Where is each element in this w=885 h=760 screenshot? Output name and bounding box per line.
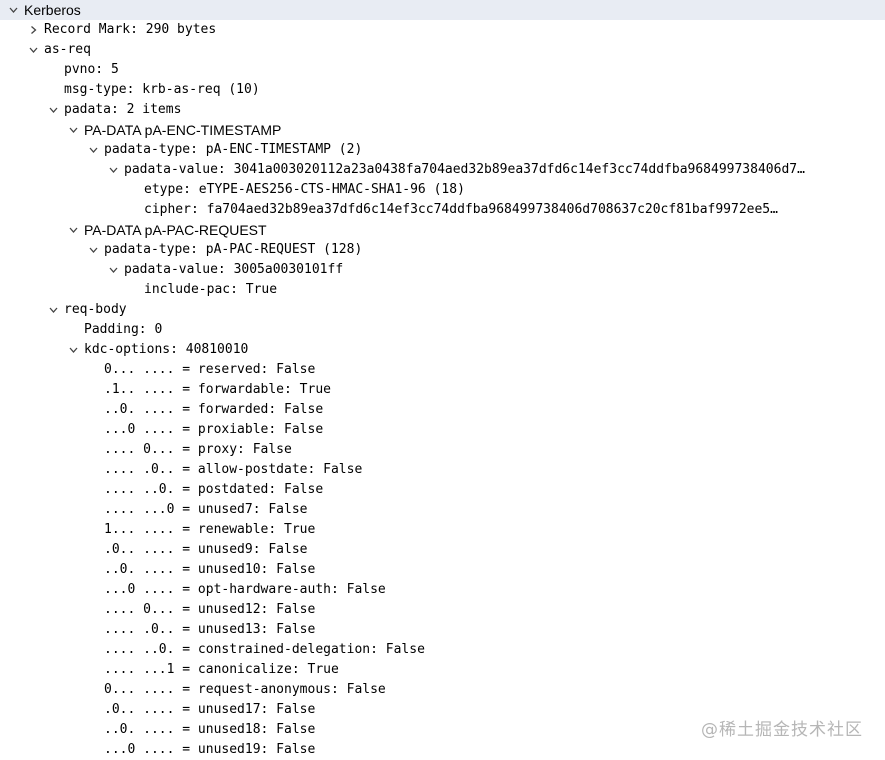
- tree-row-label: ..0. .... = unused18: False: [104, 722, 316, 737]
- tree-row-label: ..0. .... = forwarded: False: [104, 402, 324, 417]
- tree-row[interactable]: padata-value: 3041a003020112a23a0438fa70…: [0, 160, 885, 180]
- tree-row-label: 0... .... = request-anonymous: False: [104, 682, 386, 697]
- tree-row-label: .... ..0. = constrained-delegation: Fals…: [104, 642, 425, 657]
- tree-row[interactable]: ...0 .... = opt-hardware-auth: False: [0, 580, 885, 600]
- tree-row[interactable]: cipher: fa704aed32b89ea37dfd6c14ef3cc74d…: [0, 200, 885, 220]
- tree-row-label: include-pac: True: [144, 282, 278, 297]
- tree-row-label: .... ...1 = canonicalize: True: [104, 662, 339, 677]
- tree-row[interactable]: PA-DATA pA-PAC-REQUEST: [0, 220, 885, 240]
- tree-row[interactable]: .... ...0 = unused7: False: [0, 500, 885, 520]
- tree-row[interactable]: 0... .... = request-anonymous: False: [0, 680, 885, 700]
- tree-row[interactable]: include-pac: True: [0, 280, 885, 300]
- tree-row[interactable]: .... .0.. = allow-postdate: False: [0, 460, 885, 480]
- tree-row[interactable]: .... ..0. = constrained-delegation: Fals…: [0, 640, 885, 660]
- tree-row-label: .... ..0. = postdated: False: [104, 482, 324, 497]
- tree-row[interactable]: 1... .... = renewable: True: [0, 520, 885, 540]
- tree-row-label: Record Mark: 290 bytes: [44, 22, 217, 37]
- tree-row-label: Padding: 0: [84, 322, 163, 337]
- tree-row[interactable]: padata-value: 3005a0030101ff: [0, 260, 885, 280]
- tree-row[interactable]: msg-type: krb-as-req (10): [0, 80, 885, 100]
- tree-row[interactable]: .... 0... = unused12: False: [0, 600, 885, 620]
- tree-row-label: 1... .... = renewable: True: [104, 522, 316, 537]
- tree-row-label: PA-DATA pA-ENC-TIMESTAMP: [84, 122, 282, 138]
- tree-row[interactable]: padata-type: pA-ENC-TIMESTAMP (2): [0, 140, 885, 160]
- tree-row[interactable]: req-body: [0, 300, 885, 320]
- tree-row-label: ..0. .... = unused10: False: [104, 562, 316, 577]
- tree-row[interactable]: etype: eTYPE-AES256-CTS-HMAC-SHA1-96 (18…: [0, 180, 885, 200]
- tree-row[interactable]: padata-type: pA-PAC-REQUEST (128): [0, 240, 885, 260]
- tree-row[interactable]: pvno: 5: [0, 60, 885, 80]
- chevron-down-icon[interactable]: [48, 300, 60, 320]
- chevron-down-icon[interactable]: [68, 120, 80, 140]
- packet-details-tree: Kerberos Record Mark: 290 bytes as-req pvno…: [0, 0, 885, 760]
- tree-row-label: pvno: 5: [64, 62, 119, 77]
- tree-row[interactable]: .... .0.. = unused13: False: [0, 620, 885, 640]
- tree-row-label: padata: 2 items: [64, 102, 182, 117]
- tree-row-label: padata-type: pA-PAC-REQUEST (128): [104, 242, 363, 257]
- tree-row-label: .... 0... = proxy: False: [104, 442, 292, 457]
- chevron-down-icon[interactable]: [108, 260, 120, 280]
- tree-row-label: msg-type: krb-as-req (10): [64, 82, 260, 97]
- chevron-down-icon[interactable]: [88, 140, 100, 160]
- chevron-down-icon[interactable]: [88, 240, 100, 260]
- chevron-down-icon[interactable]: [68, 220, 80, 240]
- chevron-down-icon[interactable]: [108, 160, 120, 180]
- tree-row[interactable]: padata: 2 items: [0, 100, 885, 120]
- tree-row-label: .1.. .... = forwardable: True: [104, 382, 331, 397]
- tree-row-label: cipher: fa704aed32b89ea37dfd6c14ef3cc74d…: [144, 202, 778, 217]
- tree-row[interactable]: .1.. .... = forwardable: True: [0, 380, 885, 400]
- tree-row[interactable]: .... ...1 = canonicalize: True: [0, 660, 885, 680]
- tree-row[interactable]: Padding: 0: [0, 320, 885, 340]
- tree-row[interactable]: ...0 .... = unused19: False: [0, 740, 885, 760]
- tree-row-label: .0.. .... = unused17: False: [104, 702, 316, 717]
- tree-row-label: .0.. .... = unused9: False: [104, 542, 308, 557]
- watermark: @稀土掘金技术社区: [701, 720, 863, 740]
- tree-row-label: ...0 .... = opt-hardware-auth: False: [104, 582, 386, 597]
- tree-row[interactable]: kdc-options: 40810010: [0, 340, 885, 360]
- tree-row[interactable]: ...0 .... = proxiable: False: [0, 420, 885, 440]
- tree-row[interactable]: 0... .... = reserved: False: [0, 360, 885, 380]
- tree-row-label: .... .0.. = allow-postdate: False: [104, 462, 363, 477]
- tree-row-label: req-body: [64, 302, 127, 317]
- chevron-down-icon[interactable]: [48, 100, 60, 120]
- tree-row-label: kdc-options: 40810010: [84, 342, 249, 357]
- tree-row-label: Kerberos: [24, 2, 81, 18]
- tree-row[interactable]: PA-DATA pA-ENC-TIMESTAMP: [0, 120, 885, 140]
- tree-row-label: padata-value: 3041a003020112a23a0438fa70…: [124, 162, 805, 177]
- tree-row-label: padata-type: pA-ENC-TIMESTAMP (2): [104, 142, 363, 157]
- tree-row-label: .... ...0 = unused7: False: [104, 502, 308, 517]
- tree-row-label: 0... .... = reserved: False: [104, 362, 316, 377]
- tree-row[interactable]: ..0. .... = unused10: False: [0, 560, 885, 580]
- tree-row-label: as-req: [44, 42, 91, 57]
- tree-row-label: ...0 .... = proxiable: False: [104, 422, 324, 437]
- tree-row[interactable]: Kerberos: [0, 0, 885, 20]
- tree-row[interactable]: Record Mark: 290 bytes: [0, 20, 885, 40]
- tree-row[interactable]: ..0. .... = forwarded: False: [0, 400, 885, 420]
- chevron-right-icon[interactable]: [28, 20, 40, 40]
- tree-row[interactable]: .... ..0. = postdated: False: [0, 480, 885, 500]
- tree-row[interactable]: .... 0... = proxy: False: [0, 440, 885, 460]
- chevron-down-icon[interactable]: [8, 0, 20, 20]
- chevron-down-icon[interactable]: [68, 340, 80, 360]
- tree-row-label: .... .0.. = unused13: False: [104, 622, 316, 637]
- tree-row-label: .... 0... = unused12: False: [104, 602, 316, 617]
- tree-row-label: ...0 .... = unused19: False: [104, 742, 316, 757]
- tree-row-label: etype: eTYPE-AES256-CTS-HMAC-SHA1-96 (18…: [144, 182, 465, 197]
- chevron-down-icon[interactable]: [28, 40, 40, 60]
- tree-row-label: padata-value: 3005a0030101ff: [124, 262, 344, 277]
- tree-row-label: PA-DATA pA-PAC-REQUEST: [84, 222, 267, 238]
- tree-row[interactable]: as-req: [0, 40, 885, 60]
- tree-row[interactable]: .0.. .... = unused9: False: [0, 540, 885, 560]
